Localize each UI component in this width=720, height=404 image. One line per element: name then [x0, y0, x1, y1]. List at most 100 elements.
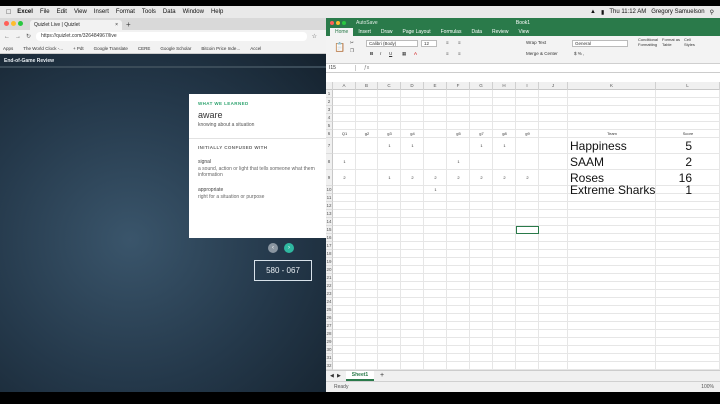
column-header[interactable]: K [568, 82, 656, 90]
team-name-cell[interactable]: Extreme Sharks [570, 184, 655, 196]
number-format-select[interactable]: General [572, 40, 628, 47]
minimize-window-icon[interactable] [11, 21, 16, 26]
team-score-cell[interactable]: 5 [685, 139, 692, 153]
row-header[interactable]: 14 [326, 218, 333, 226]
tab-review[interactable]: Review [487, 28, 513, 36]
header-cell[interactable]: g4 [401, 130, 424, 138]
column-header[interactable]: C [378, 82, 401, 90]
user-name[interactable]: Gregory Samuelson [651, 9, 704, 15]
data-cell[interactable]: 2 [401, 170, 424, 186]
align-left-icon[interactable]: ≡ [446, 51, 449, 56]
menu-window[interactable]: Window [183, 9, 204, 15]
apple-icon[interactable]:  [6, 9, 11, 16]
font-color-icon[interactable]: A [414, 51, 417, 56]
data-cell[interactable]: 1 [424, 186, 447, 194]
browser-tab[interactable]: Quizlet Live | Quizlet × [30, 20, 122, 30]
row-header[interactable]: 17 [326, 242, 333, 250]
currency-icon[interactable]: $ % , [574, 51, 584, 56]
wifi-icon[interactable]: ▲ [590, 9, 596, 15]
header-cell[interactable]: Team [568, 130, 656, 138]
paste-icon[interactable]: 📋 [334, 42, 345, 53]
menu-edit[interactable]: Edit [57, 9, 67, 15]
italic-icon[interactable]: I [380, 51, 381, 56]
zoom-level[interactable]: 100% [701, 382, 714, 392]
tab-data[interactable]: Data [466, 28, 487, 36]
header-cell[interactable]: g2 [356, 130, 378, 138]
row-header[interactable]: 16 [326, 234, 333, 242]
merge-center-button[interactable]: Merge & Center [526, 51, 558, 56]
column-header[interactable]: G [470, 82, 493, 90]
row-header[interactable]: 32 [326, 362, 333, 370]
row-header[interactable]: 2 [326, 98, 333, 106]
bookmark-bitcoin[interactable]: Bitcoin Price Inde... [201, 46, 240, 51]
row-header[interactable]: 19 [326, 258, 333, 266]
data-cell[interactable]: 1 [378, 138, 401, 154]
selected-cell[interactable] [516, 226, 539, 234]
menu-app[interactable]: Excel [17, 9, 33, 15]
menu-data[interactable]: Data [163, 9, 176, 15]
data-cell[interactable]: 2 [470, 170, 493, 186]
select-all-corner[interactable] [326, 82, 333, 90]
spreadsheet-grid[interactable]: ABCDEFGHIJKL 1 2 3 4 5 6 7 8 9 10 11 12 13 14 15 16 17 18… [326, 82, 720, 370]
row-header[interactable]: 10 [326, 186, 333, 194]
wrap-text-button[interactable]: Wrap Text [526, 40, 546, 45]
back-icon[interactable]: ← [4, 34, 10, 40]
row-header[interactable]: 24 [326, 298, 333, 306]
search-icon[interactable]: ⚲ [710, 9, 714, 16]
tab-insert[interactable]: Insert [353, 28, 376, 36]
align-middle-icon[interactable]: ≡ [458, 40, 461, 45]
row-header[interactable]: 27 [326, 322, 333, 330]
tab-draw[interactable]: Draw [376, 28, 398, 36]
bookmark-accel[interactable]: Accel [250, 46, 261, 51]
fx-icon[interactable]: ƒx [356, 65, 369, 71]
team-name-cell[interactable]: Happiness [570, 139, 627, 153]
tab-view[interactable]: View [513, 28, 534, 36]
data-cell[interactable]: 1 [447, 154, 470, 170]
column-header[interactable]: I [516, 82, 539, 90]
column-header[interactable]: J [539, 82, 568, 90]
row-header[interactable]: 6 [326, 130, 333, 138]
tab-home[interactable]: Home [330, 28, 354, 36]
row-header[interactable]: 26 [326, 314, 333, 322]
header-cell[interactable]: g9 [516, 130, 539, 138]
team-score-cell[interactable]: 1 [685, 184, 692, 196]
bookmark-google-translate[interactable]: Google Translate [94, 46, 128, 51]
row-header[interactable]: 23 [326, 290, 333, 298]
menu-view[interactable]: View [74, 9, 87, 15]
menu-help[interactable]: Help [211, 9, 223, 15]
sheet-prev-icon[interactable]: ◀ [330, 371, 334, 381]
row-header[interactable]: 29 [326, 338, 333, 346]
align-center-icon[interactable]: ≡ [458, 51, 461, 56]
tab-formulas[interactable]: Formulas [436, 28, 467, 36]
sheet-tab-sheet1[interactable]: Sheet1 [346, 371, 374, 381]
menu-insert[interactable]: Insert [94, 9, 109, 15]
star-icon[interactable]: ☆ [312, 33, 317, 40]
header-cell[interactable]: Score [656, 130, 720, 138]
next-arrow-icon[interactable]: › [284, 243, 294, 253]
header-cell[interactable]: g3 [378, 130, 401, 138]
battery-icon[interactable]: ▮ [601, 9, 604, 16]
row-header[interactable]: 20 [326, 266, 333, 274]
data-cell[interactable]: 2 [447, 170, 470, 186]
column-header[interactable]: E [424, 82, 447, 90]
prev-arrow-icon[interactable]: ‹ [268, 243, 278, 253]
address-bar[interactable]: https://quizlet.com/326484967/live [36, 32, 307, 41]
row-header[interactable]: 11 [326, 194, 333, 202]
row-header[interactable]: 3 [326, 106, 333, 114]
row-header[interactable]: 5 [326, 122, 333, 130]
row-header[interactable]: 28 [326, 330, 333, 338]
row-header[interactable]: 22 [326, 282, 333, 290]
row-header[interactable]: 21 [326, 274, 333, 282]
column-header[interactable]: B [356, 82, 378, 90]
header-cell[interactable]: g5 [447, 130, 470, 138]
row-header[interactable]: 25 [326, 306, 333, 314]
data-cell[interactable]: 2 [333, 170, 356, 186]
data-cell[interactable]: 2 [424, 170, 447, 186]
row-header[interactable]: 30 [326, 346, 333, 354]
team-score-cell[interactable]: 2 [685, 155, 692, 169]
font-name-select[interactable]: Calibri (Body) [366, 40, 418, 47]
bookmark-world-clock[interactable]: The World Clock -... [23, 46, 63, 51]
close-tab-icon[interactable]: × [115, 22, 118, 28]
data-cell[interactable]: 1 [378, 170, 401, 186]
close-window-icon[interactable] [4, 21, 9, 26]
